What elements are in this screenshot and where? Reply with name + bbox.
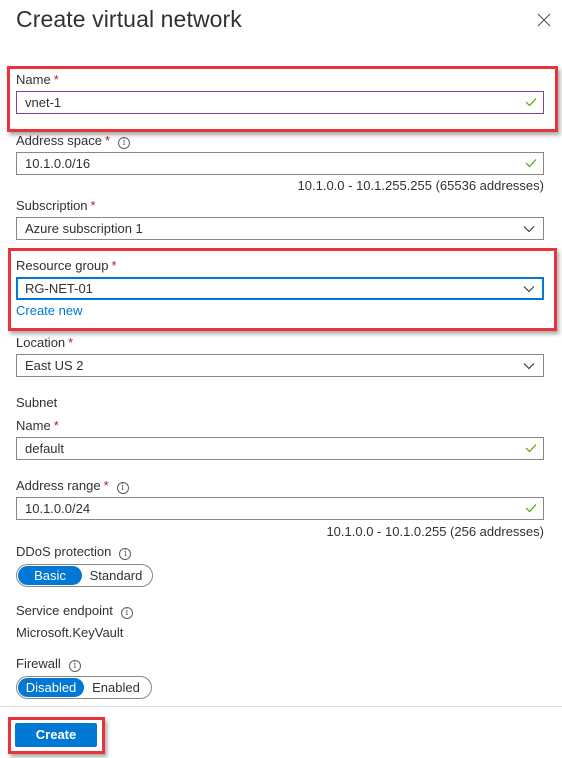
required-marker: * — [111, 258, 117, 273]
address-range-hint: 10.1.0.0 - 10.1.0.255 (256 addresses) — [326, 524, 544, 539]
address-space-label: Address space * i — [16, 133, 131, 149]
address-space-input[interactable]: 10.1.0.0/16 — [16, 152, 544, 175]
firewall-option-enabled[interactable]: Enabled — [84, 678, 148, 697]
name-label: Name * — [16, 72, 59, 87]
info-icon[interactable]: i — [118, 137, 131, 149]
required-marker: * — [103, 478, 109, 493]
service-endpoint-value: Microsoft.KeyVault — [16, 625, 124, 640]
subnet-name-label: Name * — [16, 418, 59, 433]
subnet-name-input[interactable]: default — [16, 437, 544, 460]
checkmark-icon — [525, 98, 537, 107]
create-new-resource-group-link[interactable]: Create new — [16, 303, 82, 318]
ddos-option-standard[interactable]: Standard — [82, 566, 150, 585]
address-range-label: Address range * i — [16, 478, 129, 494]
required-marker: * — [53, 72, 59, 87]
required-marker: * — [90, 198, 96, 213]
ddos-toggle[interactable]: Basic Standard — [16, 564, 153, 587]
required-marker: * — [105, 133, 111, 148]
info-icon[interactable]: i — [119, 548, 132, 560]
location-label: Location * — [16, 335, 74, 350]
chevron-down-icon — [523, 226, 535, 233]
ddos-option-basic[interactable]: Basic — [18, 566, 82, 585]
checkmark-icon — [525, 444, 537, 453]
subnet-heading: Subnet — [16, 395, 58, 410]
ddos-label: DDoS protection i — [16, 544, 132, 560]
firewall-option-disabled[interactable]: Disabled — [18, 678, 84, 697]
required-marker: * — [68, 335, 74, 350]
location-dropdown[interactable]: East US 2 — [16, 354, 544, 377]
info-icon[interactable]: i — [68, 660, 81, 672]
subscription-dropdown[interactable]: Azure subscription 1 — [16, 217, 544, 240]
required-marker: * — [53, 418, 59, 433]
address-space-hint: 10.1.0.0 - 10.1.255.255 (65536 addresses… — [297, 178, 544, 193]
close-icon[interactable] — [536, 12, 552, 28]
info-icon[interactable]: i — [116, 482, 129, 494]
service-endpoint-label: Service endpoint i — [16, 603, 133, 619]
chevron-down-icon — [523, 286, 535, 293]
address-range-input[interactable]: 10.1.0.0/24 — [16, 497, 544, 520]
chevron-down-icon — [523, 363, 535, 370]
info-icon[interactable]: i — [120, 607, 133, 619]
create-button[interactable]: Create — [15, 723, 97, 747]
firewall-label: Firewall i — [16, 656, 81, 672]
vnet-name-input[interactable]: vnet-1 — [16, 91, 544, 114]
firewall-toggle[interactable]: Disabled Enabled — [16, 676, 152, 699]
footer-divider — [0, 706, 562, 707]
checkmark-icon — [525, 159, 537, 168]
page-title: Create virtual network — [16, 6, 242, 32]
resource-group-dropdown[interactable]: RG-NET-01 — [16, 277, 544, 300]
resource-group-label: Resource group * — [16, 258, 117, 273]
checkmark-icon — [525, 504, 537, 513]
subscription-label: Subscription * — [16, 198, 96, 213]
